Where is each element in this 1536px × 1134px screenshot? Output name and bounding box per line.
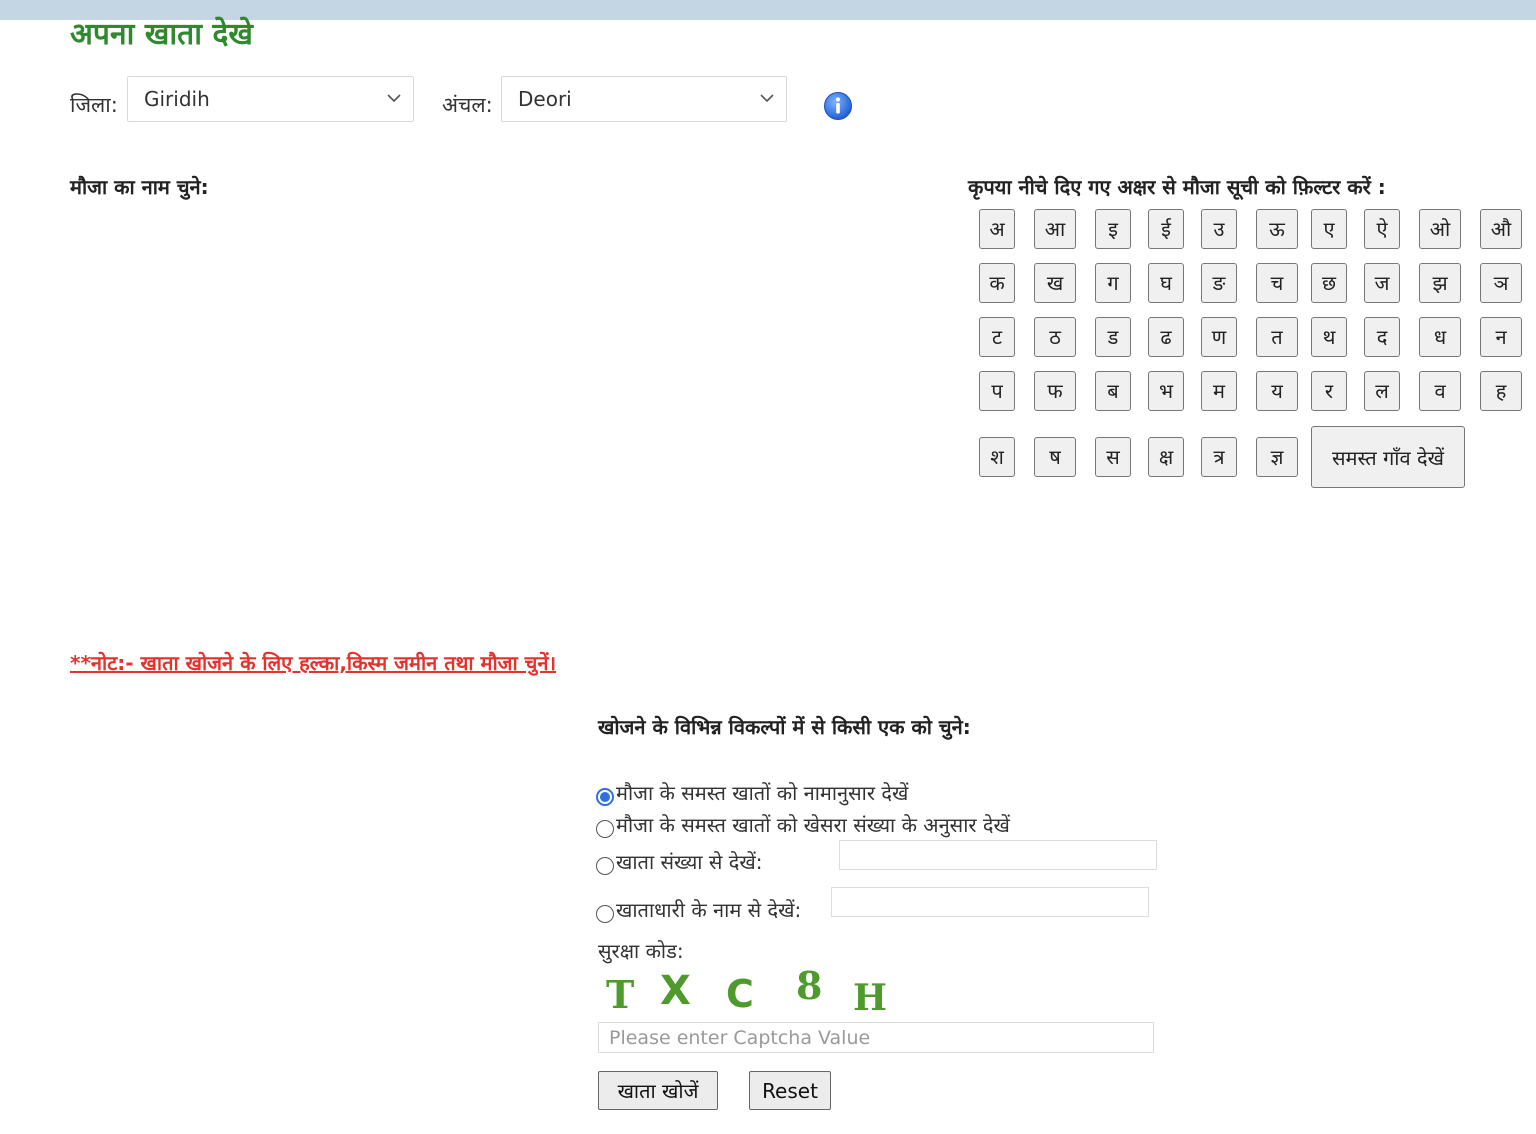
circle-select[interactable]: Deori	[501, 76, 787, 122]
letter-filter-button[interactable]: अ	[979, 209, 1015, 249]
option-by-khesra[interactable]: मौजा के समस्त खातों को खेसरा संख्या के अ…	[596, 810, 1010, 840]
letter-filter-button[interactable]: व	[1419, 371, 1461, 411]
circle-label: अंचल:	[442, 93, 493, 117]
letter-filter-button[interactable]: च	[1256, 263, 1298, 303]
letter-filter-button[interactable]: र	[1311, 371, 1347, 411]
circle-selected-value: Deori	[518, 87, 572, 111]
letter-filter-button[interactable]: ह	[1480, 371, 1522, 411]
letter-filter-button[interactable]: घ	[1148, 263, 1184, 303]
letter-filter-button[interactable]: प	[979, 371, 1015, 411]
letter-filter-button[interactable]: औ	[1480, 209, 1522, 249]
option-by-owner-name[interactable]: खाताधारी के नाम से देखें:	[596, 895, 801, 925]
letter-filter-button[interactable]: ऊ	[1256, 209, 1298, 249]
letter-filter-button[interactable]: न	[1480, 317, 1522, 357]
reset-button[interactable]: Reset	[749, 1071, 831, 1110]
captcha-char: H	[853, 977, 887, 1018]
letter-filter-button[interactable]: फ	[1034, 371, 1076, 411]
letter-filter-button[interactable]: ङ	[1201, 263, 1237, 303]
letter-filter-button[interactable]: ण	[1201, 317, 1237, 357]
captcha-char: C	[726, 972, 754, 1016]
district-selected-value: Giridih	[144, 87, 210, 111]
letter-filter-button[interactable]: त्र	[1201, 437, 1237, 477]
radio-by-khesra[interactable]	[596, 820, 614, 838]
captcha-input[interactable]	[598, 1022, 1154, 1053]
option-by-name[interactable]: मौजा के समस्त खातों को नामानुसार देखें	[596, 778, 908, 808]
letter-filter-button[interactable]: क्ष	[1148, 437, 1184, 477]
letter-filter-button[interactable]: ज	[1364, 263, 1400, 303]
filter-heading: कृपया नीचे दिए गए अक्षर से मौजा सूची को …	[968, 175, 1386, 199]
letter-filter-button[interactable]: द	[1364, 317, 1400, 357]
letter-filter-button[interactable]: छ	[1311, 263, 1347, 303]
info-icon[interactable]	[823, 91, 853, 121]
radio-by-owner-name[interactable]	[596, 905, 614, 923]
option-by-khata-number-label: खाता संख्या से देखें:	[616, 850, 763, 874]
letter-filter-button[interactable]: ए	[1311, 209, 1347, 249]
letter-filter-button[interactable]: आ	[1034, 209, 1076, 249]
mauza-heading: मौजा का नाम चुने:	[70, 175, 209, 199]
letter-filter-button[interactable]: क	[979, 263, 1015, 303]
option-by-khata-number[interactable]: खाता संख्या से देखें:	[596, 847, 762, 877]
letter-filter-button[interactable]: ल	[1364, 371, 1400, 411]
letter-filter-button[interactable]: ई	[1148, 209, 1184, 249]
option-by-name-label: मौजा के समस्त खातों को नामानुसार देखें	[616, 781, 909, 805]
captcha-char: T	[606, 972, 634, 1017]
letter-filter-button[interactable]: ठ	[1034, 317, 1076, 357]
letter-filter-button[interactable]: ग	[1095, 263, 1131, 303]
letter-filter-button[interactable]: उ	[1201, 209, 1237, 249]
letter-filter-button[interactable]: ष	[1034, 437, 1076, 477]
captcha-char: 8	[796, 966, 822, 1008]
radio-by-name[interactable]	[596, 788, 614, 806]
letter-filter-button[interactable]: ऐ	[1364, 209, 1400, 249]
search-khata-button[interactable]: खाता खोजें	[598, 1071, 718, 1110]
letter-filter-button[interactable]: ओ	[1419, 209, 1461, 249]
chevron-down-icon	[760, 94, 774, 103]
letter-filter-button[interactable]: झ	[1419, 263, 1461, 303]
captcha-char: X	[660, 968, 691, 1014]
captcha-image: T X C 8 H	[598, 966, 908, 1018]
option-by-owner-name-label: खाताधारी के नाम से देखें:	[616, 898, 802, 922]
letter-filter-button[interactable]: थ	[1311, 317, 1347, 357]
letter-filter-button[interactable]: भ	[1148, 371, 1184, 411]
page-title: अपना खाता देखे	[70, 17, 253, 52]
letter-filter-button[interactable]: ध	[1419, 317, 1461, 357]
letter-filter-button[interactable]: म	[1201, 371, 1237, 411]
note-text: **नोट:- खाता खोजने के लिए हल्का,किस्म जम…	[70, 651, 557, 675]
option-by-khesra-label: मौजा के समस्त खातों को खेसरा संख्या के अ…	[616, 813, 1010, 837]
search-options-heading: खोजने के विभिन्न विकल्पों में से किसी एक…	[598, 715, 971, 739]
district-label: जिला:	[70, 93, 118, 117]
letter-filter-button[interactable]: ञ	[1480, 263, 1522, 303]
show-all-villages-button[interactable]: समस्त गाँव देखें	[1311, 426, 1465, 488]
district-select[interactable]: Giridih	[127, 76, 414, 122]
letter-filter-button[interactable]: ट	[979, 317, 1015, 357]
letter-filter-button[interactable]: त	[1256, 317, 1298, 357]
letter-filter-button[interactable]: इ	[1095, 209, 1131, 249]
captcha-label: सुरक्षा कोड:	[598, 939, 684, 963]
letter-filter-button[interactable]: ब	[1095, 371, 1131, 411]
letter-filter-button[interactable]: ड	[1095, 317, 1131, 357]
radio-by-khata-number[interactable]	[596, 857, 614, 875]
chevron-down-icon	[387, 94, 401, 103]
letter-filter-button[interactable]: ज्ञ	[1256, 437, 1298, 477]
letter-filter-button[interactable]: श	[979, 437, 1015, 477]
owner-name-input[interactable]	[831, 887, 1149, 917]
letter-filter-button[interactable]: ख	[1034, 263, 1076, 303]
khata-number-input[interactable]	[839, 840, 1157, 870]
letter-filter-button[interactable]: य	[1256, 371, 1298, 411]
letter-filter-button[interactable]: स	[1095, 437, 1131, 477]
letter-filter-button[interactable]: ढ	[1148, 317, 1184, 357]
